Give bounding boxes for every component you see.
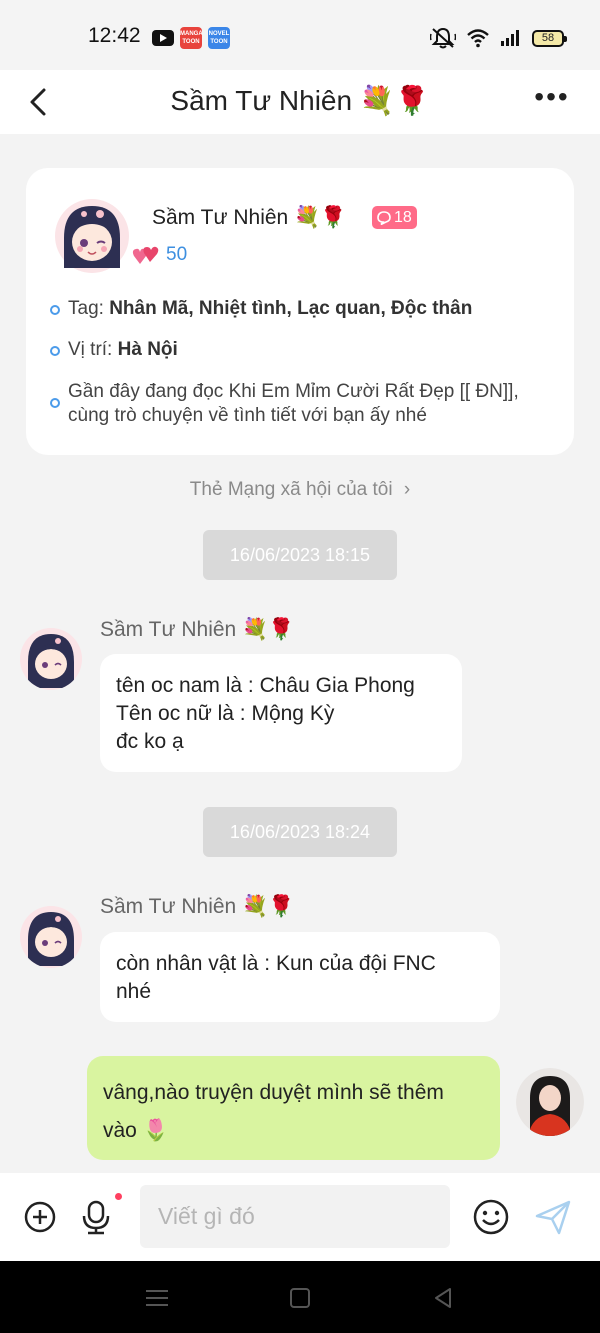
sender-name-text: Sầm Tư Nhiên: [100, 895, 237, 918]
profile-tags: Tag: Nhân Mã, Nhiệt tình, Lạc quan, Độc …: [50, 298, 472, 320]
reading-line-1: Gần đây đang đọc Khi Em Mỉm Cười Rất Đẹp…: [68, 381, 519, 402]
popularity-score: 50: [132, 244, 187, 266]
reading-line-2: cùng trò chuyện về tình tiết với bạn ấy …: [68, 405, 427, 426]
message-line: vâng,nào truyện duyệt mình sẽ thêm: [103, 1081, 444, 1104]
send-icon[interactable]: [533, 1197, 573, 1237]
bullet-dot: [50, 346, 60, 356]
mangatoon-icon: MANGA TOON: [180, 27, 203, 49]
comment-badge-count: 18: [394, 208, 412, 226]
location-label: Vị trí:: [68, 339, 113, 360]
message-line: tên oc nam là : Châu Gia Phong: [116, 674, 415, 697]
message-input-placeholder: Viết gì đó: [158, 1203, 255, 1229]
youtube-icon: [152, 30, 174, 46]
noveltoon-icon: NOVEL TOON: [208, 27, 230, 49]
popularity-score-value: 50: [166, 244, 188, 265]
hearts-icon: [132, 246, 159, 264]
wifi-icon: [467, 29, 489, 48]
timestamp: 16/06/2023 18:24: [203, 807, 397, 857]
page-title: Sầm Tư Nhiên 💐🌹: [0, 84, 600, 117]
add-circle-icon[interactable]: [20, 1197, 60, 1237]
menu-nav-icon[interactable]: [142, 1283, 172, 1313]
chat-header: Sầm Tư Nhiên 💐🌹 •••: [0, 70, 600, 134]
message-input[interactable]: Viết gì đó: [140, 1185, 450, 1248]
message-bubble[interactable]: còn nhân vật là : Kun của đội FNC nhé: [100, 932, 500, 1022]
emoji-icon[interactable]: [471, 1197, 511, 1237]
profile-name: Sầm Tư Nhiên 💐🌹: [152, 206, 346, 230]
bullet-dot: [50, 305, 60, 315]
message-line: đc ko ạ: [116, 730, 184, 753]
timestamp: 16/06/2023 18:15: [203, 530, 397, 580]
tag-value: Nhân Mã, Nhiệt tình, Lạc quan, Độc thân: [109, 298, 473, 319]
status-app-icons: MANGA TOON NOVEL TOON: [152, 27, 230, 49]
signal-icon: [501, 30, 519, 46]
status-time: 12:42: [88, 24, 141, 47]
message-input-bar: Viết gì đó: [0, 1173, 600, 1261]
profile-reading: Gần đây đang đọc Khi Em Mỉm Cười Rất Đẹp…: [50, 380, 519, 428]
my-avatar[interactable]: [516, 1068, 584, 1136]
speech-bubble-icon: [377, 210, 391, 225]
profile-location: Vị trí: Hà Nội: [50, 339, 178, 361]
back-nav-icon[interactable]: [428, 1283, 458, 1313]
tag-label: Tag:: [68, 298, 104, 319]
more-options-icon[interactable]: •••: [532, 83, 572, 116]
home-nav-icon[interactable]: [285, 1283, 315, 1313]
status-bar: 12:42 MANGA TOON NOVEL TOON 58: [0, 0, 600, 70]
sender-emoji: 💐🌹: [242, 618, 295, 641]
message-line: nhé: [116, 980, 152, 1003]
comment-badge: 18: [372, 206, 417, 229]
notification-dot: [115, 1193, 122, 1200]
page-title-text: Sầm Tư Nhiên: [170, 85, 353, 116]
sender-emoji: 💐🌹: [242, 895, 295, 918]
bullet-dot: [50, 398, 60, 408]
sender-avatar[interactable]: [20, 906, 82, 968]
my-message-bubble[interactable]: vâng,nào truyện duyệt mình sẽ thêm vào 🌷: [87, 1056, 500, 1160]
profile-avatar[interactable]: [54, 198, 130, 274]
battery-icon: 58: [532, 29, 567, 47]
sender-name: Sầm Tư Nhiên 💐🌹: [100, 618, 294, 642]
message-line: Tên oc nữ là : Mộng Kỳ: [116, 702, 335, 725]
sender-avatar[interactable]: [20, 628, 82, 690]
message-bubble[interactable]: tên oc nam là : Châu Gia Phong Tên oc nữ…: [100, 654, 462, 772]
social-card-link-text: Thẻ Mạng xã hội của tôi: [189, 479, 393, 500]
mute-bell-icon: [430, 27, 456, 49]
microphone-icon[interactable]: [76, 1197, 116, 1237]
flower-emoji: 💐🌹: [359, 85, 430, 116]
social-card-link[interactable]: Thẻ Mạng xã hội của tôi ›: [0, 479, 600, 501]
profile-name-emoji: 💐🌹: [294, 206, 347, 229]
status-indicators: 58: [430, 26, 567, 50]
sender-name-text: Sầm Tư Nhiên: [100, 618, 237, 641]
system-nav-bar: [0, 1261, 600, 1333]
profile-name-text: Sầm Tư Nhiên: [152, 206, 289, 229]
message-line: vào 🌷: [103, 1119, 169, 1142]
chevron-right-icon: ›: [403, 479, 411, 500]
message-line: còn nhân vật là : Kun của đội FNC: [116, 952, 436, 975]
location-value: Hà Nội: [117, 339, 178, 360]
sender-name: Sầm Tư Nhiên 💐🌹: [100, 895, 294, 919]
profile-card[interactable]: Sầm Tư Nhiên 💐🌹 18 50 Tag: Nhân Mã, Nhiệ…: [26, 168, 574, 455]
